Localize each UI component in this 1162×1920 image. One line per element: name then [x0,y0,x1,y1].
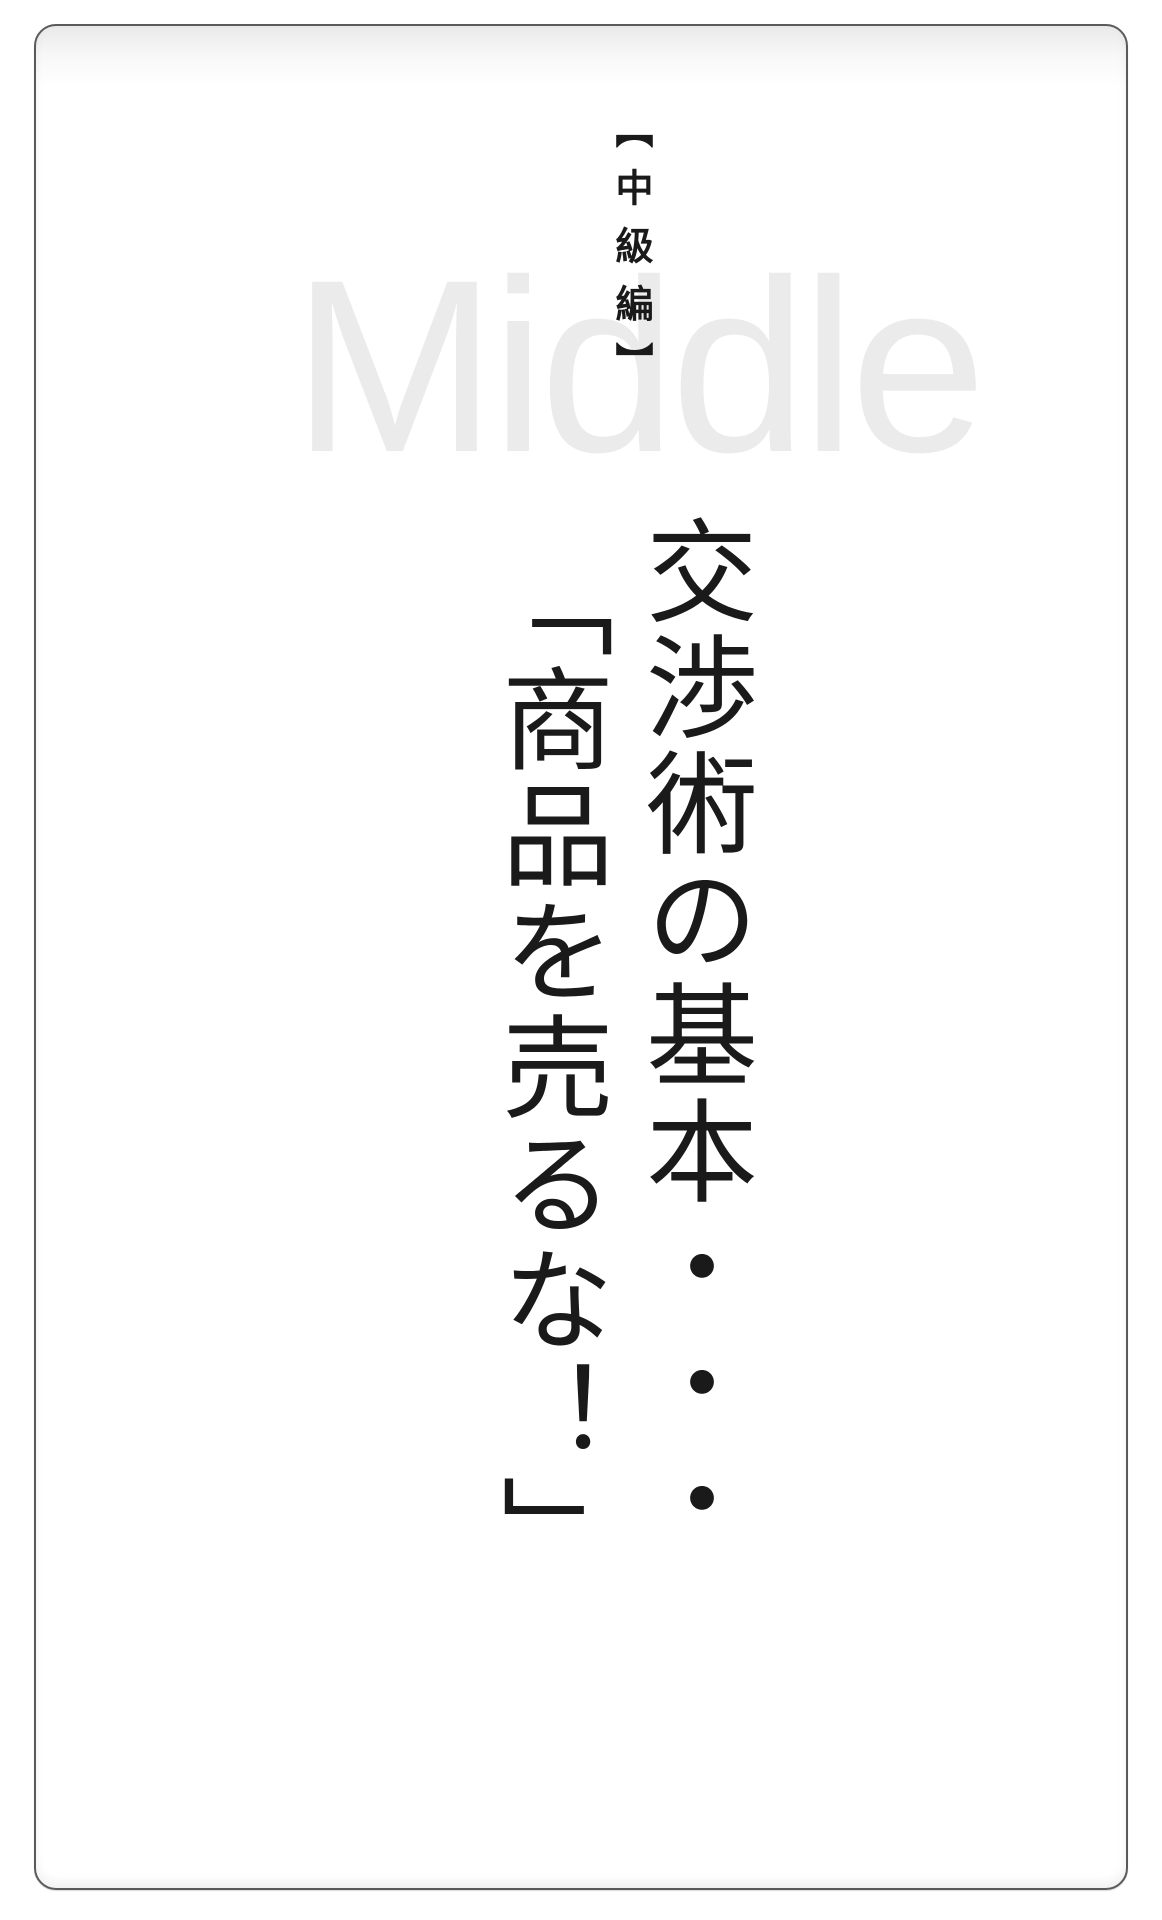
title-line-1: 交渉術の基本・・・ [627,514,757,1558]
level-label: 【中級編】 [609,110,653,400]
title-line-2: 「商品を売るな！」 [483,546,613,1590]
page: Middle 【中級編】 交渉術の基本・・・ 「商品を売るな！」 [0,0,1162,1920]
card-panel: Middle 【中級編】 交渉術の基本・・・ 「商品を売るな！」 [34,24,1128,1890]
